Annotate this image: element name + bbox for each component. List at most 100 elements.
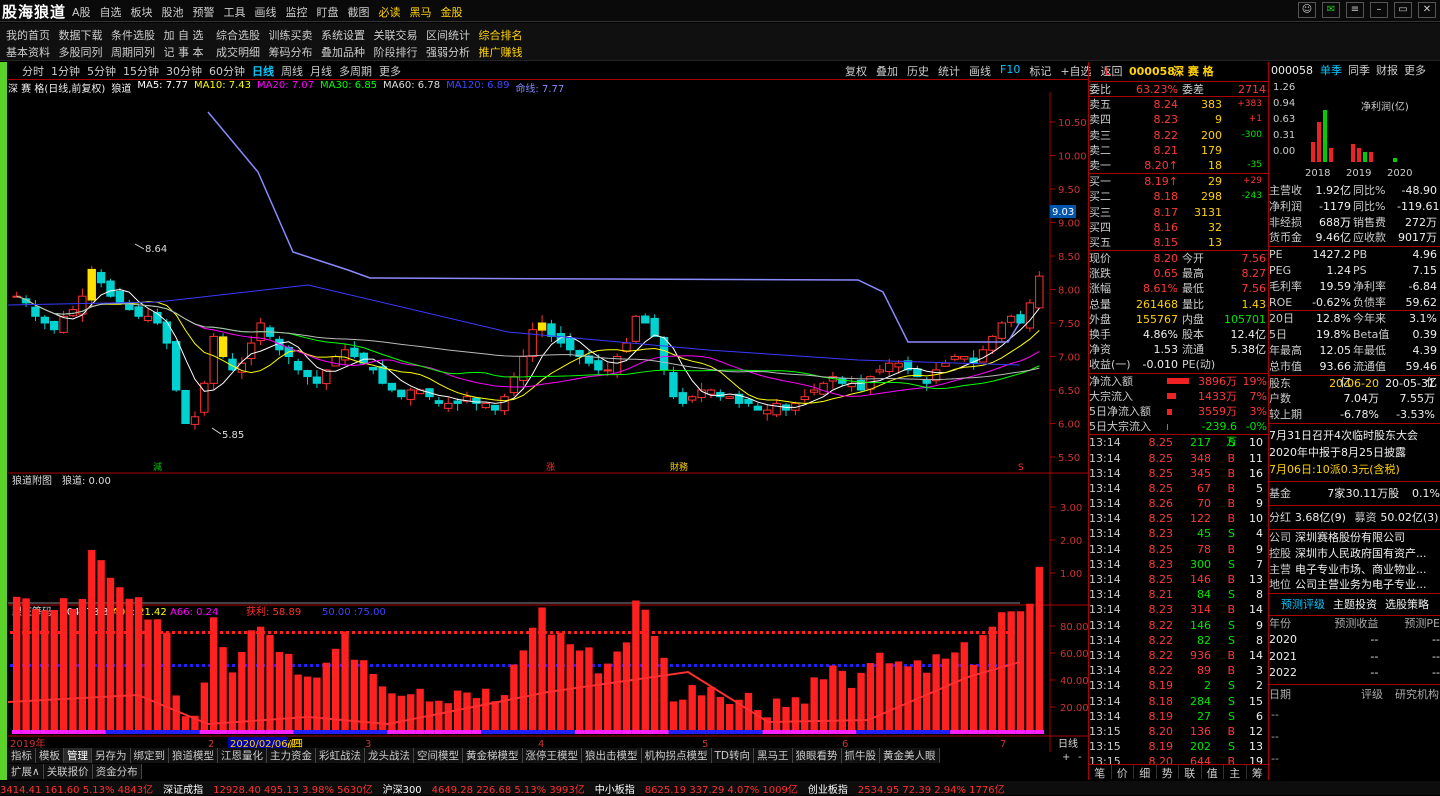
chart-tool-5[interactable]: F10	[1000, 63, 1020, 79]
indicator-tab[interactable]: 黑马王	[754, 748, 793, 763]
extension-tab[interactable]: 扩展∧	[8, 764, 44, 779]
nav-item-5[interactable]: 训练买卖	[269, 27, 322, 43]
menu-item-6[interactable]: 画线	[255, 4, 277, 20]
minimize-icon[interactable]: –	[1370, 2, 1388, 18]
indicator-tab[interactable]: 彩虹战法	[316, 748, 365, 763]
chart-tool-4[interactable]: 画线	[969, 63, 991, 79]
indicator-tab[interactable]: 狼眼看势	[792, 748, 842, 763]
quote-tab[interactable]: 笔	[1089, 765, 1112, 780]
indicator-tab[interactable]: 另存为	[92, 748, 131, 763]
quote-tab[interactable]: 联	[1179, 765, 1202, 780]
close-icon[interactable]: ✕	[1418, 2, 1436, 18]
nav-item-6[interactable]: 系统设置	[321, 27, 374, 43]
news-item[interactable]: 7月06日:10派0.3元(含税)	[1269, 461, 1440, 478]
indicator-tab[interactable]: 绑定到	[130, 748, 169, 763]
period-tab-2[interactable]: 5分钟	[87, 63, 116, 78]
menu-item-12[interactable]: 金股	[441, 4, 463, 20]
period-tab-1[interactable]: 1分钟	[51, 63, 80, 78]
indicator-tab[interactable]: 涨停王模型	[522, 748, 582, 763]
kline-chart[interactable]: 10.50 10.00 9.50 9.00 8.50 8.00 7.50 7.00 6.50 6.…	[8, 92, 1090, 778]
nav-item-r2-8[interactable]: 强弱分析	[426, 44, 479, 60]
menu-icon[interactable]: ≡	[1346, 2, 1364, 18]
period-tab-6[interactable]: 日线	[252, 63, 274, 78]
nav-item-7[interactable]: 关联交易	[374, 27, 427, 43]
nav-item-r2-6[interactable]: 叠加品种	[321, 44, 374, 60]
nav-item-r2-7[interactable]: 阶段排行	[374, 44, 427, 60]
indicator-tab[interactable]: 主力资金	[267, 748, 316, 763]
quote-tab[interactable]: 细	[1134, 765, 1157, 780]
indicator-tab[interactable]: 江恩量化	[218, 748, 267, 763]
indicator-tab[interactable]: 狼出击模型	[582, 748, 642, 763]
quote-tab[interactable]: 主	[1224, 765, 1247, 780]
nav-item-9[interactable]: 综合排名	[479, 27, 532, 43]
indicator-tab[interactable]: 龙头战法	[365, 748, 414, 763]
menu-item-0[interactable]: A股	[72, 4, 91, 20]
indicator-tab[interactable]: 狼道模型	[169, 748, 218, 763]
menu-item-4[interactable]: 预警	[193, 4, 215, 20]
extension-tab[interactable]: 资金分布	[92, 764, 142, 779]
period-tab-3[interactable]: 15分钟	[123, 63, 159, 78]
indicator-tab[interactable]: 模板	[36, 748, 64, 763]
nav-item-r2-0[interactable]: 基本资料	[6, 44, 59, 60]
menu-item-1[interactable]: 自选	[100, 4, 122, 20]
chart-tool-0[interactable]: 复权	[845, 63, 867, 79]
chart-tool-6[interactable]: 标记	[1029, 63, 1051, 79]
news-item[interactable]: 7月31日召开4次临时股东大会	[1269, 427, 1440, 444]
menu-item-3[interactable]: 股池	[162, 4, 184, 20]
menu-item-5[interactable]: 工具	[224, 4, 246, 20]
forecast-tab[interactable]: 主题投资	[1333, 594, 1377, 615]
nav-item-4[interactable]: 综合选股	[216, 27, 269, 43]
quote-tab[interactable]: 价	[1112, 765, 1134, 780]
news-item[interactable]: 2020年中报于8月25日披露	[1269, 444, 1440, 461]
menu-item-7[interactable]: 监控	[286, 4, 308, 20]
nav-item-2[interactable]: 条件选股	[111, 27, 164, 43]
indicator-tab[interactable]: 机构拐点模型	[641, 748, 712, 763]
period-tab-10[interactable]: 更多	[379, 63, 401, 78]
period-tab-0[interactable]: 分时	[22, 63, 44, 78]
indicator-tab[interactable]: 抓牛股	[841, 748, 880, 763]
indicator-tab[interactable]: 管理	[64, 748, 92, 763]
nav-item-3[interactable]: 加 自 选	[164, 27, 217, 43]
user-icon[interactable]: ☺	[1298, 2, 1316, 18]
indicator-tab[interactable]: 指标	[8, 748, 36, 763]
quote-tab[interactable]: 值	[1202, 765, 1224, 780]
fin-tab[interactable]: 单季	[1320, 62, 1342, 80]
quote-tab[interactable]: 筹	[1247, 765, 1269, 780]
indicator-tab[interactable]: TD转向	[711, 748, 754, 763]
chart-tool-2[interactable]: 历史	[907, 63, 929, 79]
nav-item-8[interactable]: 区间统计	[426, 27, 479, 43]
nav-item-1[interactable]: 数据下载	[59, 27, 112, 43]
forecast-tab[interactable]: 预测评级	[1281, 594, 1325, 615]
chart-tool-1[interactable]: 叠加	[876, 63, 898, 79]
chart-tool-7[interactable]: +自选	[1060, 63, 1091, 79]
period-tab-4[interactable]: 30分钟	[166, 63, 202, 78]
fin-tab[interactable]: 更多	[1404, 62, 1426, 80]
fin-tab[interactable]: 同季	[1348, 62, 1370, 80]
menu-item-11[interactable]: 黑马	[410, 4, 432, 20]
period-tab-5[interactable]: 60分钟	[209, 63, 245, 78]
nav-item-r2-2[interactable]: 周期同列	[111, 44, 164, 60]
period-tab-7[interactable]: 周线	[281, 63, 303, 78]
quote-tab[interactable]: 势	[1157, 765, 1179, 780]
indicator-tab[interactable]: 黄金梯模型	[463, 748, 523, 763]
indicator-tab[interactable]: 空间模型	[414, 748, 463, 763]
nav-item-r2-3[interactable]: 记 事 本	[164, 44, 217, 60]
forecast-tab[interactable]: 选股策略	[1385, 594, 1429, 615]
nav-item-0[interactable]: 我的首页	[6, 27, 59, 43]
nav-item-r2-1[interactable]: 多股同列	[59, 44, 112, 60]
extension-tab[interactable]: 关联报价	[43, 764, 93, 779]
wechat-icon[interactable]: ✉	[1322, 2, 1340, 18]
menu-item-2[interactable]: 板块	[131, 4, 153, 20]
period-tab-9[interactable]: 多周期	[339, 63, 372, 78]
nav-item-r2-4[interactable]: 成交明细	[216, 44, 269, 60]
menu-item-8[interactable]: 盯盘	[317, 4, 339, 20]
nav-item-r2-5[interactable]: 筹码分布	[269, 44, 322, 60]
chart-tool-3[interactable]: 统计	[938, 63, 960, 79]
maximize-icon[interactable]: ▭	[1394, 2, 1412, 18]
period-tab-8[interactable]: 月线	[310, 63, 332, 78]
menu-item-10[interactable]: 必读	[379, 4, 401, 20]
nav-item-r2-9[interactable]: 推广赚钱	[479, 44, 532, 60]
menu-item-9[interactable]: 截图	[348, 4, 370, 20]
indicator-tab[interactable]: 黄金美人眼	[880, 748, 940, 763]
fin-tab[interactable]: 财报	[1376, 62, 1398, 80]
